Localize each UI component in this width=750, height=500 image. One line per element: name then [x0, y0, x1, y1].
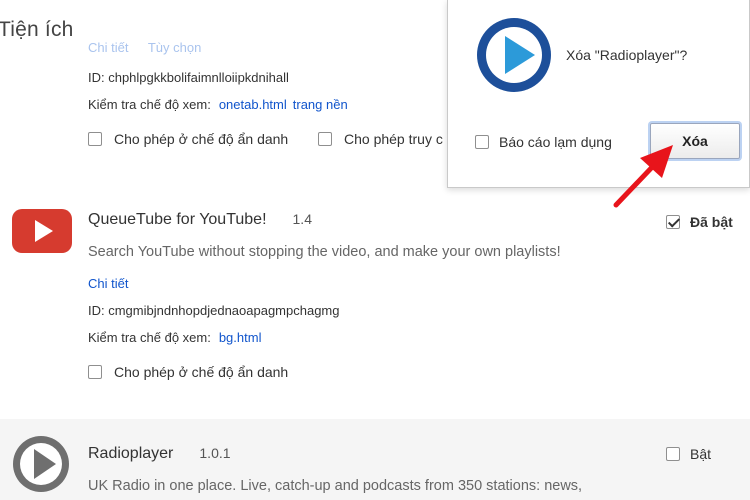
onetab-file-access-label: Cho phép truy c: [344, 131, 443, 147]
onetab-id: ID: chphlpgkkbolifaimnlloiipkdnihall: [88, 70, 289, 85]
queuetube-details-link[interactable]: Chi tiết: [88, 276, 128, 291]
radioplayer-version: 1.0.1: [199, 445, 231, 461]
queuetube-enabled-label: Đã bật: [690, 214, 733, 230]
queuetube-incognito-label: Cho phép ở chế độ ẩn danh: [114, 364, 289, 380]
queuetube-description: Search YouTube without stopping the vide…: [88, 244, 561, 260]
queuetube-enabled-checkbox[interactable]: [666, 215, 680, 229]
onetab-details-link[interactable]: Chi tiết: [88, 41, 128, 55]
remove-button[interactable]: Xóa: [650, 123, 740, 159]
queuetube-title: QueueTube for YouTube! 1.4: [88, 211, 312, 229]
radioplayer-description: UK Radio in one place. Live, catch-up an…: [88, 478, 583, 494]
radioplayer-enable-toggle[interactable]: Bật: [666, 446, 711, 462]
onetab-file-access-option[interactable]: Cho phép truy c: [318, 131, 443, 147]
radioplayer-play-icon: [477, 18, 551, 92]
onetab-incognito-label: Cho phép ở chế độ ẩn danh: [114, 131, 289, 147]
onetab-inspect-link-background[interactable]: trang nền: [293, 97, 348, 112]
radioplayer-title: Radioplayer 1.0.1: [88, 445, 231, 463]
onetab-links: Chi tiết Tùy chọn: [88, 41, 217, 55]
queuetube-incognito-option[interactable]: Cho phép ở chế độ ẩn danh: [88, 364, 288, 380]
onetab-inspect-label: Kiểm tra chế độ xem:: [88, 97, 211, 112]
report-abuse-label: Báo cáo lạm dụng: [499, 134, 612, 150]
onetab-incognito-option[interactable]: Cho phép ở chế độ ẩn danh: [88, 131, 288, 147]
queuetube-name: QueueTube for YouTube!: [88, 211, 267, 228]
radioplayer-icon: [13, 436, 69, 492]
queuetube-version: 1.4: [292, 211, 312, 227]
youtube-play-icon: [12, 209, 72, 253]
remove-dialog-message: Xóa "Radioplayer"?: [566, 47, 688, 63]
onetab-inspect-link-page[interactable]: onetab.html: [219, 97, 287, 112]
queuetube-incognito-checkbox[interactable]: [88, 365, 102, 379]
queuetube-inspect-link[interactable]: bg.html: [219, 330, 262, 345]
queuetube-inspect-label: Kiểm tra chế độ xem:: [88, 330, 211, 345]
onetab-options-link[interactable]: Tùy chọn: [148, 41, 201, 55]
radioplayer-name: Radioplayer: [88, 445, 174, 462]
radioplayer-enable-label: Bật: [690, 446, 712, 462]
onetab-file-access-checkbox[interactable]: [318, 132, 332, 146]
queuetube-id: ID: cmgmibjndnhopdjednaoapagmpchagmg: [88, 303, 340, 318]
page-title: Tiện ích: [0, 18, 74, 41]
queuetube-inspect: Kiểm tra chế độ xem: bg.html: [88, 330, 261, 345]
remove-extension-dialog: Xóa "Radioplayer"? Báo cáo lạm dụng Xóa: [447, 0, 750, 188]
queuetube-enabled-toggle[interactable]: Đã bật: [666, 214, 733, 230]
onetab-incognito-checkbox[interactable]: [88, 132, 102, 146]
report-abuse-option[interactable]: Báo cáo lạm dụng: [475, 134, 612, 150]
onetab-inspect: Kiểm tra chế độ xem: onetab.html trang nền: [88, 97, 348, 112]
report-abuse-checkbox[interactable]: [475, 135, 489, 149]
radioplayer-enable-checkbox[interactable]: [666, 447, 680, 461]
